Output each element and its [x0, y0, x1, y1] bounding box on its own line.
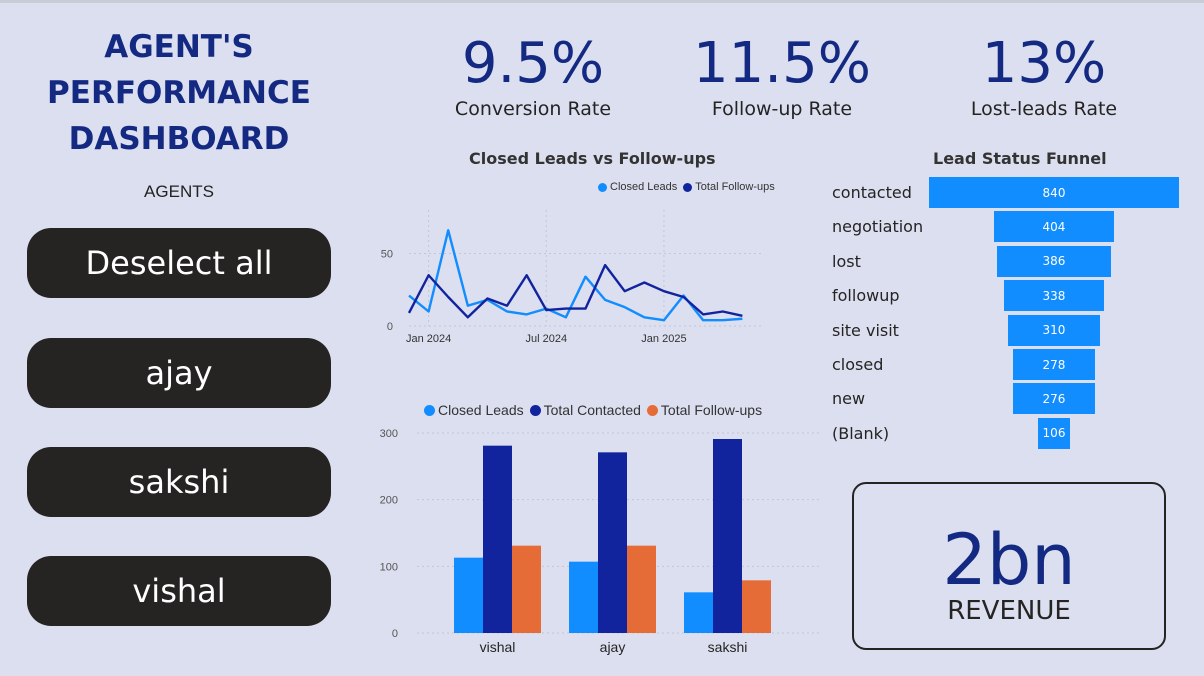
funnel-title: Lead Status Funnel — [933, 149, 1107, 168]
revenue-card: 2bn REVENUE — [852, 482, 1166, 650]
y-tick-label: 200 — [380, 495, 398, 507]
x-category-label: sakshi — [708, 639, 748, 655]
y-tick-label: 0 — [392, 628, 398, 640]
funnel-category-label: contacted — [832, 183, 912, 202]
kpi-conversion-rate: 9.5% Conversion Rate — [433, 31, 633, 121]
funnel-category-label: negotiation — [832, 217, 924, 237]
funnel-category-label: closed — [832, 355, 884, 374]
funnel-bar[interactable]: 386 — [996, 245, 1112, 277]
legend-dot-icon — [646, 404, 658, 416]
legend-dot-icon — [424, 404, 435, 416]
funnel-bar[interactable]: 278 — [1012, 349, 1096, 380]
bar-ajay-closed-leads — [569, 561, 598, 633]
bar-chart-legend: Closed Leads Total Contacted Total Follo… — [424, 402, 768, 418]
x-tick-label: Jul 2024 — [525, 333, 567, 345]
funnel-bar[interactable]: 404 — [993, 211, 1115, 243]
bar-vishal-closed-leads — [454, 557, 483, 633]
bar-vishal-total-contacted — [483, 445, 512, 633]
kpi-label: Follow-up Rate — [711, 98, 853, 120]
title-line-3: DASHBOARD — [68, 121, 290, 157]
legend-label: Closed Leads — [610, 181, 678, 193]
revenue-label: REVENUE — [947, 596, 1071, 626]
kpi-followup-rate: 11.5% Follow-up Rate — [672, 31, 892, 121]
deselect-all-button[interactable]: Deselect all — [27, 228, 331, 298]
kpi-value: 9.5% — [461, 31, 605, 96]
line-chart-legend: Closed Leads Total Follow-ups — [598, 181, 781, 193]
funnel-bar[interactable]: 276 — [1012, 383, 1096, 415]
funnel-category-label: followup — [832, 286, 900, 306]
x-tick-label: Jan 2025 — [641, 333, 686, 345]
funnel-bar[interactable]: 840 — [929, 177, 1179, 208]
kpi-value: 11.5% — [693, 31, 871, 96]
y-tick-label: 50 — [381, 249, 393, 261]
legend-item-total-followups[interactable]: Total Follow-ups — [646, 402, 763, 418]
agent-vishal-button[interactable]: vishal — [27, 556, 331, 626]
x-category-label: ajay — [600, 639, 626, 655]
bar-chart[interactable]: 0 100 200 300 vishal ajay sakshi — [372, 422, 822, 662]
legend-dot-icon — [683, 182, 693, 192]
kpi-label: Conversion Rate — [454, 98, 612, 120]
bar-sakshi-total-follow-ups — [742, 580, 771, 633]
legend-dot-icon — [598, 182, 607, 192]
legend-label: Closed Leads — [438, 402, 524, 418]
legend-item-total-contacted[interactable]: Total Contacted — [529, 402, 641, 418]
legend-dot-icon — [529, 404, 541, 416]
top-border — [0, 0, 1204, 3]
bar-vishal-total-follow-ups — [512, 545, 541, 633]
funnel-category-label: new — [832, 389, 866, 409]
funnel-bar[interactable]: 338 — [1003, 280, 1105, 312]
bar-sakshi-closed-leads — [684, 592, 713, 633]
dashboard-title: AGENT'S PERFORMANCE DASHBOARD — [30, 24, 328, 162]
funnel-category-label: site visit — [832, 320, 899, 340]
y-tick-label: 0 — [387, 321, 393, 333]
bar-ajay-total-contacted — [598, 452, 627, 633]
x-category-label: vishal — [480, 639, 516, 655]
title-line-1: AGENT'S — [104, 29, 254, 65]
legend-label: Total Contacted — [543, 402, 641, 418]
legend-item-closed-leads[interactable]: Closed Leads — [424, 402, 524, 418]
revenue-value: 2bn — [942, 519, 1076, 601]
y-tick-label: 300 — [380, 428, 398, 440]
x-tick-label: Jan 2024 — [406, 333, 451, 345]
kpi-label: Lost-leads Rate — [970, 98, 1118, 120]
funnel-category-label: (Blank) — [832, 423, 890, 443]
funnel-bar[interactable]: 310 — [1007, 314, 1101, 346]
funnel-category-label: lost — [832, 251, 861, 271]
agent-sakshi-button[interactable]: sakshi — [27, 447, 331, 517]
legend-item-total-followups[interactable]: Total Follow-ups — [683, 181, 775, 193]
line-chart[interactable]: 0 50 Jan 2024 Jul 2024 Jan 2025 — [372, 198, 782, 348]
line-chart-title: Closed Leads vs Follow-ups — [469, 149, 716, 168]
legend-label: Total Follow-ups — [660, 402, 763, 418]
agent-ajay-button[interactable]: ajay — [27, 338, 331, 408]
y-tick-label: 100 — [380, 561, 398, 573]
kpi-value: 13% — [981, 31, 1107, 96]
kpi-lost-leads-rate: 13% Lost-leads Rate — [944, 31, 1144, 121]
funnel-bar[interactable]: 106 — [1038, 417, 1070, 449]
legend-label: Total Follow-ups — [695, 181, 775, 193]
title-line-2: PERFORMANCE — [47, 75, 311, 111]
agents-slicer-header: AGENTS — [144, 182, 214, 201]
bar-ajay-total-follow-ups — [627, 545, 656, 633]
legend-item-closed-leads[interactable]: Closed Leads — [598, 181, 677, 193]
bar-sakshi-total-contacted — [713, 439, 742, 633]
